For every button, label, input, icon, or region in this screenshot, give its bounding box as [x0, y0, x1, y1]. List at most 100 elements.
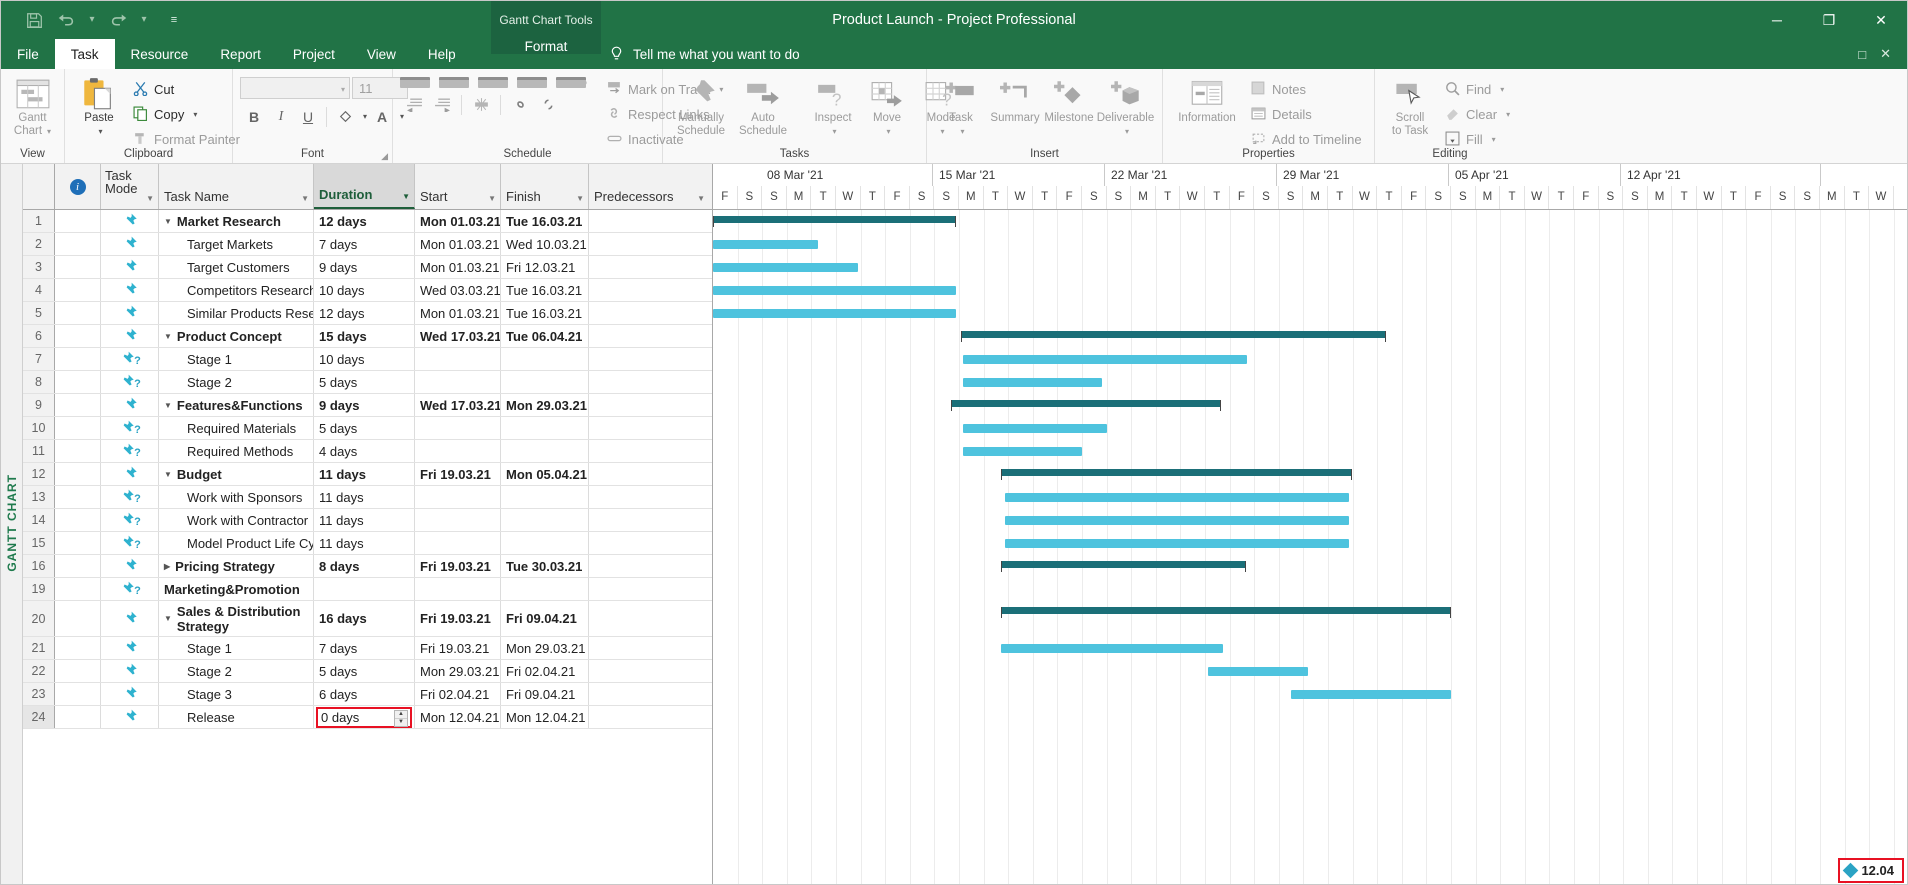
cell-task-mode[interactable]: ?: [101, 371, 159, 393]
table-row[interactable]: 11?Required Methods4 days: [23, 440, 712, 463]
table-row[interactable]: 24Release0 days▲▼Mon 12.04.21Mon 12.04.2…: [23, 706, 712, 729]
cell-duration[interactable]: 7 days: [314, 637, 415, 659]
cell-indicators[interactable]: [55, 417, 101, 439]
cell-indicators[interactable]: [55, 555, 101, 577]
save-icon[interactable]: [19, 7, 49, 33]
summary-expand-icon[interactable]: ▼: [164, 398, 172, 413]
tab-help[interactable]: Help: [412, 39, 472, 69]
cell-indicators[interactable]: [55, 233, 101, 255]
table-row[interactable]: 5Similar Products Resea12 daysMon 01.03.…: [23, 302, 712, 325]
tab-file[interactable]: File: [1, 39, 55, 69]
cell-start[interactable]: [415, 440, 501, 462]
cell-start[interactable]: Mon 12.04.21: [415, 706, 501, 728]
cell-indicators[interactable]: [55, 486, 101, 508]
cell-predecessors[interactable]: [589, 440, 709, 462]
column-header-duration[interactable]: Duration ▼: [314, 164, 415, 209]
cell-finish[interactable]: [501, 486, 589, 508]
cell-indicators[interactable]: [55, 532, 101, 554]
table-row[interactable]: 23Stage 36 daysFri 02.04.21Fri 09.04.21: [23, 683, 712, 706]
gantt-task-bar[interactable]: [1005, 539, 1349, 548]
cell-duration[interactable]: 11 days: [314, 509, 415, 531]
cell-task-name[interactable]: Stage 3: [159, 683, 314, 705]
cell-duration[interactable]: 12 days: [314, 210, 415, 232]
cell-row-id[interactable]: 3: [23, 256, 55, 278]
table-row[interactable]: 19?Marketing&Promotion: [23, 578, 712, 601]
scroll-to-task-button[interactable]: Scroll to Task: [1382, 74, 1438, 138]
cell-indicators[interactable]: [55, 279, 101, 301]
column-header-task-mode[interactable]: Task Mode ▼: [101, 164, 159, 209]
cell-duration[interactable]: 16 days: [314, 601, 415, 636]
cell-task-name[interactable]: Work with Sponsors: [159, 486, 314, 508]
cell-finish[interactable]: Mon 05.04.21: [501, 463, 589, 485]
cell-task-mode[interactable]: [101, 463, 159, 485]
cell-task-name[interactable]: Work with Contractor: [159, 509, 314, 531]
cell-duration[interactable]: 8 days: [314, 555, 415, 577]
gantt-summary-bar[interactable]: [713, 216, 956, 227]
cell-task-mode[interactable]: [101, 210, 159, 232]
table-row[interactable]: 15?Model Product Life Cy11 days: [23, 532, 712, 555]
fill-color-icon[interactable]: [333, 105, 357, 128]
cell-task-name[interactable]: Marketing&Promotion: [159, 578, 314, 600]
cell-indicators[interactable]: [55, 509, 101, 531]
cell-task-mode[interactable]: ?: [101, 578, 159, 600]
tab-report[interactable]: Report: [204, 39, 277, 69]
cell-task-name[interactable]: Target Customers: [159, 256, 314, 278]
gantt-task-bar[interactable]: [713, 286, 956, 295]
cell-start[interactable]: Mon 01.03.21: [415, 256, 501, 278]
gantt-task-bar[interactable]: [713, 263, 858, 272]
cell-predecessors[interactable]: [589, 348, 709, 370]
column-header-task-name[interactable]: Task Name ▼: [159, 164, 314, 209]
cell-duration[interactable]: [314, 578, 415, 600]
duration-editor[interactable]: 0 days▲▼: [316, 707, 412, 728]
tab-view[interactable]: View: [351, 39, 412, 69]
manually-schedule-button[interactable]: Manually Schedule: [670, 74, 732, 138]
cell-task-name[interactable]: Required Methods: [159, 440, 314, 462]
cell-task-name[interactable]: Stage 1: [159, 348, 314, 370]
table-row[interactable]: 14?Work with Contractor11 days: [23, 509, 712, 532]
view-bar[interactable]: GANTT CHART: [1, 164, 23, 885]
cell-finish[interactable]: Tue 06.04.21: [501, 325, 589, 347]
cell-task-mode[interactable]: ?: [101, 532, 159, 554]
table-row[interactable]: 10?Required Materials5 days: [23, 417, 712, 440]
cell-start[interactable]: Wed 03.03.21: [415, 279, 501, 301]
gantt-summary-bar[interactable]: [951, 400, 1221, 411]
cell-task-mode[interactable]: ?: [101, 348, 159, 370]
cell-predecessors[interactable]: [589, 532, 709, 554]
gantt-task-bar[interactable]: [713, 240, 818, 249]
cell-indicators[interactable]: [55, 578, 101, 600]
cell-task-mode[interactable]: ?: [101, 509, 159, 531]
cell-indicators[interactable]: [55, 601, 101, 636]
cell-task-name[interactable]: ▼Budget: [159, 463, 314, 485]
cell-predecessors[interactable]: [589, 463, 709, 485]
cell-task-mode[interactable]: [101, 256, 159, 278]
cell-task-name[interactable]: Competitors Research: [159, 279, 314, 301]
close-button[interactable]: ✕: [1855, 1, 1907, 39]
cell-predecessors[interactable]: [589, 578, 709, 600]
cell-predecessors[interactable]: [589, 325, 709, 347]
cell-predecessors[interactable]: [589, 371, 709, 393]
gantt-summary-bar[interactable]: [1001, 607, 1451, 618]
cell-finish[interactable]: Tue 16.03.21: [501, 279, 589, 301]
cell-start[interactable]: [415, 509, 501, 531]
gantt-task-bar[interactable]: [963, 378, 1102, 387]
cell-task-mode[interactable]: [101, 302, 159, 324]
cell-row-id[interactable]: 16: [23, 555, 55, 577]
cell-task-name[interactable]: Target Markets: [159, 233, 314, 255]
cell-finish[interactable]: Fri 02.04.21: [501, 660, 589, 682]
cell-task-mode[interactable]: ?: [101, 440, 159, 462]
summary-expand-icon[interactable]: ▼: [164, 467, 172, 482]
pct-25-button[interactable]: 25%: [439, 77, 475, 88]
cell-start[interactable]: Mon 01.03.21: [415, 210, 501, 232]
cell-row-id[interactable]: 5: [23, 302, 55, 324]
cell-row-id[interactable]: 14: [23, 509, 55, 531]
summary-expand-icon[interactable]: ▼: [164, 214, 172, 229]
cell-task-name[interactable]: Model Product Life Cy: [159, 532, 314, 554]
cell-duration[interactable]: 12 days: [314, 302, 415, 324]
minimize-button[interactable]: ─: [1751, 1, 1803, 39]
cell-duration[interactable]: 6 days: [314, 683, 415, 705]
pct-100-button[interactable]: 100%: [556, 77, 592, 88]
auto-schedule-button[interactable]: Auto Schedule: [732, 74, 794, 138]
table-row[interactable]: 7?Stage 110 days: [23, 348, 712, 371]
table-row[interactable]: 13?Work with Sponsors11 days: [23, 486, 712, 509]
cell-duration[interactable]: 5 days: [314, 417, 415, 439]
